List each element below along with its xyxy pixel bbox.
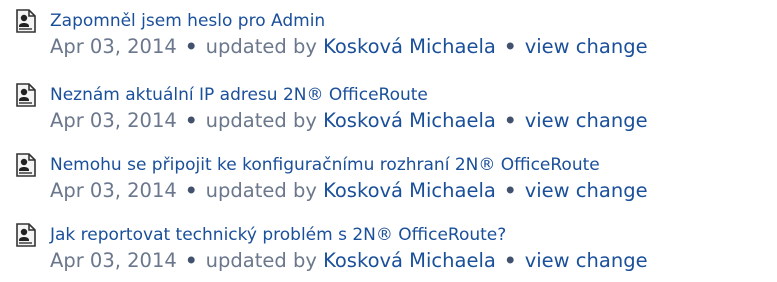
separator-dot: • <box>504 35 517 58</box>
view-change-link[interactable]: view change <box>525 249 648 272</box>
activity-item: Zapomněl jsem heslo pro Admin Apr 03, 20… <box>0 0 777 70</box>
separator-dot: • <box>184 109 198 132</box>
activity-meta: Apr 03, 2014 • updated by Kosková Michae… <box>50 178 777 204</box>
page-title-link[interactable]: Nemohu se připojit ke konfiguračnímu roz… <box>50 154 777 176</box>
activity-date: Apr 03, 2014 <box>50 179 177 202</box>
recent-activity-list: Zapomněl jsem heslo pro Admin Apr 03, 20… <box>0 0 777 282</box>
activity-date: Apr 03, 2014 <box>50 109 177 132</box>
author-link[interactable]: Kosková Michaela <box>323 249 496 272</box>
view-change-link[interactable]: view change <box>525 179 648 202</box>
activity-meta: Apr 03, 2014 • updated by Kosková Michae… <box>50 34 777 60</box>
updated-by-label: updated by <box>205 109 317 132</box>
separator-dot: • <box>504 249 517 272</box>
activity-meta: Apr 03, 2014 • updated by Kosková Michae… <box>50 248 777 274</box>
page-title-link[interactable]: Zapomněl jsem heslo pro Admin <box>50 10 777 32</box>
activity-item: Neznám aktuální IP adresu 2N® OfficeRout… <box>0 70 777 140</box>
page-document-icon <box>15 9 37 33</box>
page-document-icon <box>15 223 37 247</box>
separator-dot: • <box>184 249 198 272</box>
page-document-icon <box>15 83 37 107</box>
page-title-link[interactable]: Neznám aktuální IP adresu 2N® OfficeRout… <box>50 84 777 106</box>
author-link[interactable]: Kosková Michaela <box>323 109 496 132</box>
author-link[interactable]: Kosková Michaela <box>323 35 496 58</box>
updated-by-label: updated by <box>205 249 317 272</box>
separator-dot: • <box>504 109 517 132</box>
updated-by-label: updated by <box>205 179 317 202</box>
separator-dot: • <box>184 35 198 58</box>
activity-date: Apr 03, 2014 <box>50 35 177 58</box>
author-link[interactable]: Kosková Michaela <box>323 179 496 202</box>
activity-item: Jak reportovat technický problém s 2N® O… <box>0 210 777 282</box>
view-change-link[interactable]: view change <box>525 35 648 58</box>
view-change-link[interactable]: view change <box>525 109 648 132</box>
separator-dot: • <box>504 179 517 202</box>
activity-date: Apr 03, 2014 <box>50 249 177 272</box>
activity-meta: Apr 03, 2014 • updated by Kosková Michae… <box>50 108 777 134</box>
separator-dot: • <box>184 179 198 202</box>
page-title-link[interactable]: Jak reportovat technický problém s 2N® O… <box>50 224 777 246</box>
updated-by-label: updated by <box>205 35 317 58</box>
activity-item: Nemohu se připojit ke konfiguračnímu roz… <box>0 140 777 210</box>
page-document-icon <box>15 153 37 177</box>
